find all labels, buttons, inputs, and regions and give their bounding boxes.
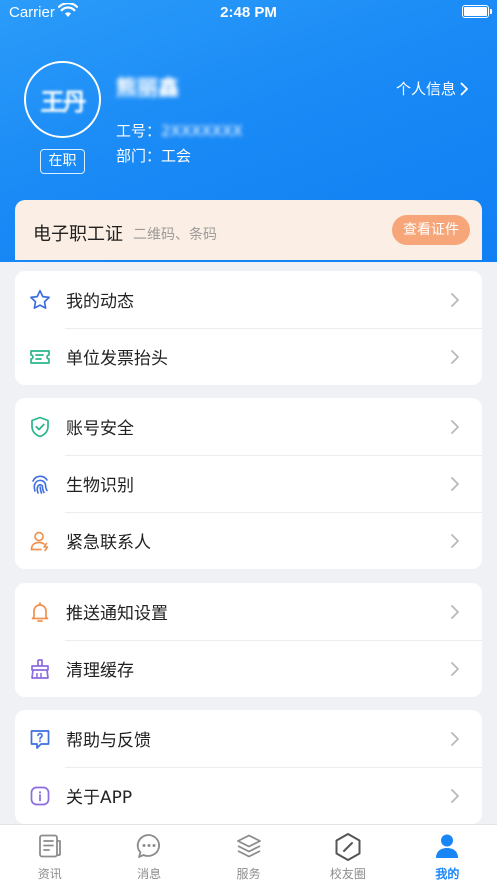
chevron-right-icon: [451, 534, 459, 548]
electronic-id-card[interactable]: 电子职工证 二维码、条码 查看证件: [15, 200, 482, 260]
menu-item-emergency-contact[interactable]: 紧急联系人: [15, 512, 482, 569]
menu-item-my-activity[interactable]: 我的动态: [15, 271, 482, 328]
view-id-button[interactable]: 查看证件: [392, 215, 470, 245]
avatar[interactable]: 王丹: [24, 61, 101, 138]
menu-label: 紧急联系人: [66, 533, 151, 553]
menu-label: 推送通知设置: [66, 604, 168, 624]
info-icon: [30, 786, 50, 806]
employee-id-label: 工号：: [116, 122, 162, 140]
menu-label: 我的动态: [66, 292, 134, 312]
status-bar: Carrier 2:48 PM: [0, 0, 497, 26]
star-icon: [30, 289, 50, 309]
menu-label: 生物识别: [66, 476, 134, 496]
chevron-right-icon: [460, 82, 468, 95]
department: 部门：工会: [116, 145, 191, 166]
tab-messages[interactable]: 消息: [99, 825, 198, 883]
menu-group-security: 账号安全 生物识别 紧急联系人: [15, 398, 482, 569]
profile-info-label: 个人信息: [395, 80, 456, 98]
menu-item-about-app[interactable]: 关于APP: [15, 767, 482, 824]
menu-group-settings: 推送通知设置 清理缓存: [15, 583, 482, 697]
menu-item-invoice-title[interactable]: 单位发票抬头: [15, 328, 482, 385]
menu-label: 账号安全: [66, 419, 134, 439]
tab-alumni[interactable]: 校友圈: [298, 825, 397, 883]
bell-icon: [31, 602, 49, 622]
broom-icon: [31, 659, 49, 679]
id-card-title: 电子职工证: [33, 224, 123, 245]
message-icon: [136, 834, 161, 858]
menu-item-account-security[interactable]: 账号安全: [15, 398, 482, 455]
menu-label: 单位发票抬头: [66, 349, 168, 369]
menu-label: 帮助与反馈: [66, 731, 151, 751]
menu-label: 清理缓存: [66, 661, 134, 681]
tab-label: 校友圈: [329, 867, 366, 881]
layers-icon: [236, 834, 261, 858]
ticket-icon: [30, 350, 50, 364]
alumni-icon: [335, 833, 361, 861]
menu-item-help-feedback[interactable]: 帮助与反馈: [15, 710, 482, 767]
employment-status-badge: 在职: [40, 149, 85, 174]
menu-label: 关于APP: [66, 788, 133, 808]
menu-item-push-settings[interactable]: 推送通知设置: [15, 583, 482, 640]
avatar-text: 王丹: [40, 88, 87, 116]
department-label: 部门：: [116, 147, 162, 165]
tab-services[interactable]: 服务: [199, 825, 298, 883]
tab-label: 我的: [435, 867, 460, 881]
tab-news[interactable]: 资讯: [0, 825, 99, 883]
profile-info-link[interactable]: 个人信息: [396, 78, 469, 99]
emergency-contact-icon: [30, 531, 49, 552]
employee-id-value: 2XXXXXXX: [161, 122, 243, 140]
shield-check-icon: [31, 416, 49, 438]
menu-item-clear-cache[interactable]: 清理缓存: [15, 640, 482, 697]
tab-mine[interactable]: 我的: [398, 825, 497, 883]
clock: 2:48 PM: [220, 4, 277, 21]
battery-icon: [462, 5, 492, 18]
menu-group-activity: 我的动态 单位发票抬头: [15, 271, 482, 385]
tab-label: 消息: [137, 867, 162, 881]
employee-id: 工号：2XXXXXXX: [116, 120, 243, 141]
menu-item-biometrics[interactable]: 生物识别: [15, 455, 482, 512]
fingerprint-icon: [32, 475, 48, 494]
user-name: 熊丽鑫: [116, 76, 179, 100]
news-icon: [38, 834, 61, 858]
chevron-right-icon: [451, 789, 459, 803]
person-icon: [436, 834, 459, 858]
department-value: 工会: [161, 147, 192, 165]
chevron-right-icon: [451, 420, 459, 434]
chevron-right-icon: [451, 293, 459, 307]
tab-label: 服务: [236, 867, 261, 881]
tab-label: 资讯: [37, 867, 62, 881]
chevron-right-icon: [451, 477, 459, 491]
menu-group-help: 帮助与反馈 关于APP: [15, 710, 482, 824]
chevron-right-icon: [451, 662, 459, 676]
id-card-subtitle: 二维码、条码: [133, 227, 217, 243]
chevron-right-icon: [451, 350, 459, 364]
chevron-right-icon: [451, 605, 459, 619]
help-icon: [30, 730, 50, 749]
chevron-right-icon: [451, 732, 459, 746]
tab-bar: 资讯 消息 服务 校友圈 我的: [0, 824, 497, 883]
